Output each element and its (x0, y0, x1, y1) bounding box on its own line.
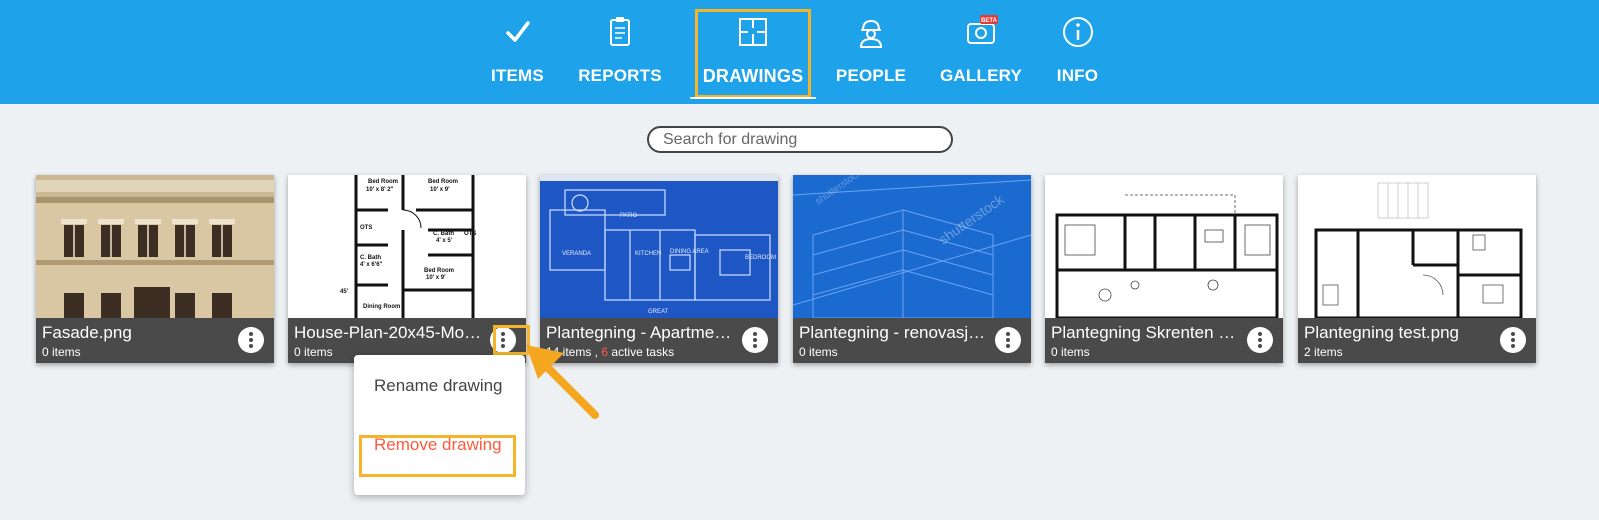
svg-text:C. Bath: C. Bath (433, 231, 454, 237)
drawing-thumbnail (1045, 175, 1283, 318)
tab-info-label: INFO (1056, 66, 1099, 85)
svg-text:BEDROOM: BEDROOM (745, 255, 776, 261)
more-options-button[interactable] (1247, 327, 1273, 353)
drawing-item-count: 0 items (1051, 345, 1090, 359)
svg-text:4' x 6'6": 4' x 6'6" (360, 262, 383, 268)
beta-badge: BETA (981, 18, 998, 24)
drawing-caption: Plantegning Skrenten B... 0 items (1045, 318, 1283, 363)
drawing-card-skrenten[interactable]: Plantegning Skrenten B... 0 items (1045, 175, 1283, 363)
svg-text:OTS: OTS (360, 225, 372, 231)
search-input[interactable] (647, 126, 953, 153)
tab-items[interactable]: ITEMS (480, 0, 555, 104)
clipboard-icon (610, 17, 630, 46)
top-navigation-bar: ITEMS REPORTS DRAWINGS PEOPLE BETA GALLE… (0, 0, 1599, 104)
tab-people-label: PEOPLE (835, 66, 907, 85)
drawing-name: House-Plan-20x45-Mod... (294, 323, 484, 342)
drawing-thumbnail: PATIO VERANDA KITCHEN DINING AREA BEDROO… (540, 175, 778, 318)
tab-gallery-label: GALLERY (940, 66, 1022, 85)
more-options-button[interactable] (1500, 327, 1526, 353)
worker-icon (859, 19, 883, 48)
svg-text:10' x 9': 10' x 9' (426, 275, 446, 281)
tab-reports[interactable]: REPORTS (575, 0, 665, 104)
svg-text:Dining Room: Dining Room (363, 304, 400, 310)
info-icon (1062, 17, 1093, 47)
drawing-name: Fasade.png (42, 323, 132, 342)
more-options-button[interactable] (238, 327, 264, 353)
drawing-name: Plantegning test.png (1304, 323, 1460, 342)
svg-text:PATIO: PATIO (620, 213, 637, 219)
tab-gallery[interactable]: BETA GALLERY (936, 0, 1026, 104)
drawing-item-count: 0 items (294, 345, 333, 359)
drawing-card-house-plan[interactable]: Bed Room 10' x 8' 2" Bed Room 10' x 9' O… (288, 175, 526, 363)
drawing-item-count: 0 items (799, 345, 838, 359)
svg-text:C. Bath: C. Bath (360, 255, 381, 261)
camera-icon: BETA (967, 15, 998, 44)
svg-text:10' x 8' 2": 10' x 8' 2" (366, 187, 394, 193)
drawing-card-test[interactable]: Plantegning test.png 2 items (1298, 175, 1536, 363)
svg-text:Bed Room: Bed Room (424, 268, 454, 274)
drawing-card-renovasjon[interactable]: shutterstock shutterstock Plantegning - … (793, 175, 1031, 363)
drawing-card-fasade[interactable]: Fasade.png 0 items (36, 175, 274, 363)
more-options-button[interactable] (742, 327, 768, 353)
pointer-arrow-icon (526, 345, 599, 419)
drawings-tab-highlight (695, 9, 811, 98)
drawing-thumbnail (36, 175, 274, 318)
drawing-name: Plantegning - renovasjo... (799, 323, 989, 342)
drawing-caption: Plantegning - renovasjo... 0 items (793, 318, 1031, 363)
svg-text:4' x 5': 4' x 5' (436, 238, 453, 244)
svg-text:KITCHEN: KITCHEN (635, 251, 661, 257)
svg-text:45': 45' (340, 289, 349, 295)
svg-text:VERANDA: VERANDA (562, 251, 591, 257)
drawing-item-count: 0 items (42, 345, 81, 359)
tab-people[interactable]: PEOPLE (830, 0, 912, 104)
drawing-thumbnail: shutterstock shutterstock (793, 175, 1031, 318)
drawing-caption: Plantegning test.png 2 items (1298, 318, 1536, 363)
more-options-button[interactable] (995, 327, 1021, 353)
svg-text:DINING AREA: DINING AREA (670, 249, 709, 255)
svg-text:Bed Room: Bed Room (368, 179, 398, 185)
tab-items-label: ITEMS (491, 66, 544, 85)
rename-drawing-menu-item[interactable]: Rename drawing (374, 376, 503, 396)
drawing-caption: Fasade.png 0 items (36, 318, 274, 363)
active-tab-indicator (690, 97, 816, 99)
svg-text:10' x 9': 10' x 9' (430, 187, 450, 193)
svg-text:Bed Room: Bed Room (428, 179, 458, 185)
drawing-item-count: 2 items (1304, 345, 1343, 359)
drawing-thumbnail: Bed Room 10' x 8' 2" Bed Room 10' x 9' O… (288, 175, 526, 318)
drawing-name: Plantegning Skrenten B... (1051, 323, 1241, 342)
drawing-thumbnail (1298, 175, 1536, 318)
svg-text:GREAT: GREAT (648, 309, 669, 315)
remove-drawing-highlight (359, 435, 516, 477)
tab-info[interactable]: INFO (1045, 0, 1110, 104)
check-icon (505, 21, 530, 42)
svg-text:OTS: OTS (464, 231, 476, 237)
tab-reports-label: REPORTS (578, 66, 662, 85)
